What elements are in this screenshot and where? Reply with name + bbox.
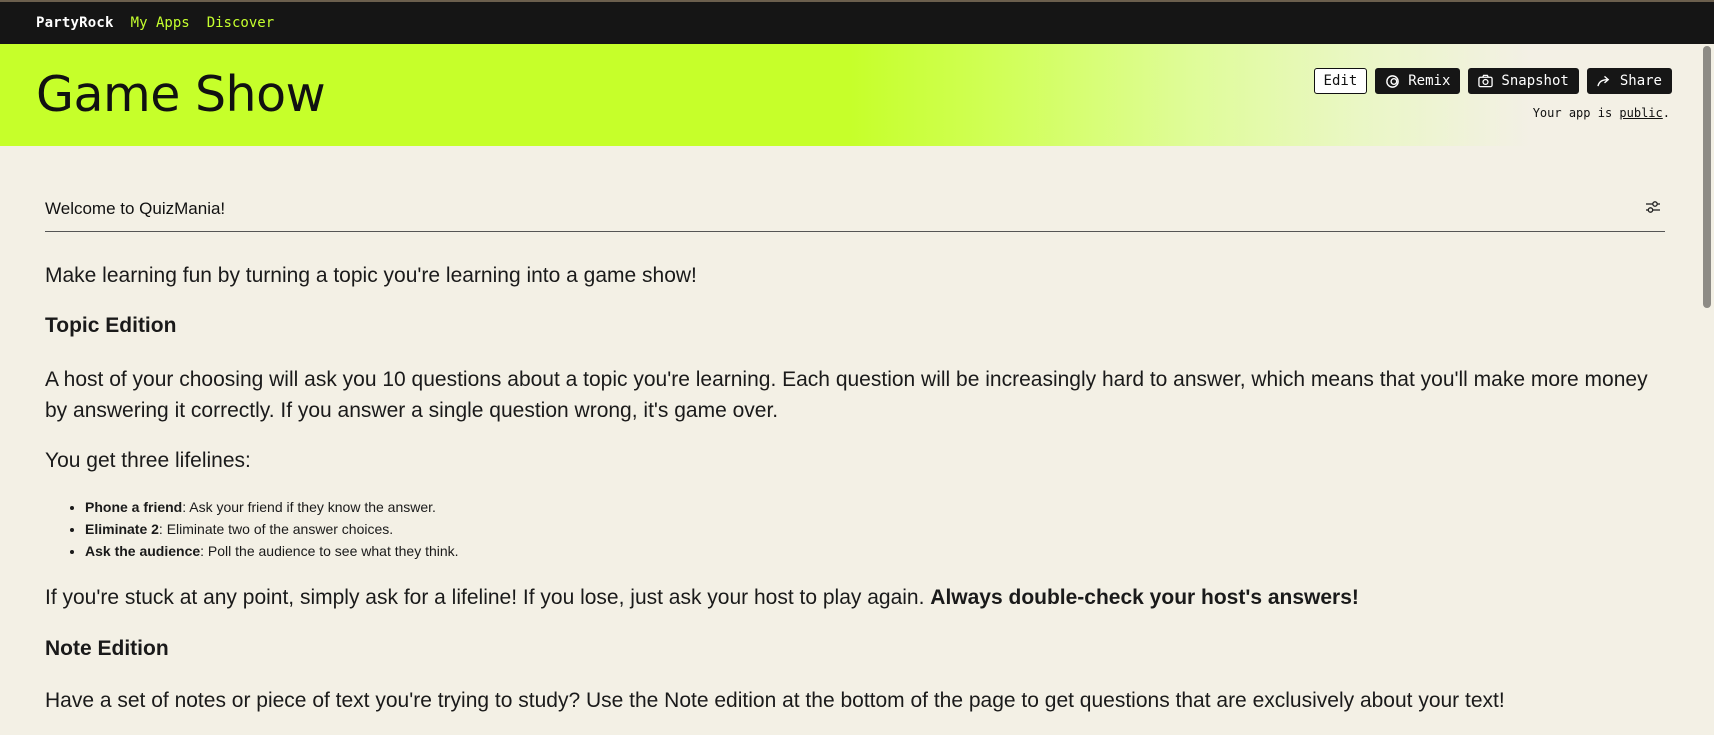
remix-icon [1385,74,1400,89]
edit-button[interactable]: Edit [1313,68,1368,94]
stuck-text-bold: Always double-check your host's answers! [930,586,1359,609]
list-item: Ask the audience: Poll the audience to s… [85,540,1285,562]
share-arrow-icon [1597,75,1612,88]
lifeline-name: Eliminate 2 [85,521,159,537]
share-button-label: Share [1619,73,1662,89]
remix-button-label: Remix [1408,73,1451,89]
lifeline-desc: : Eliminate two of the answer choices. [158,521,394,537]
stuck-text-plain: If you're stuck at any point, simply ask… [45,586,931,609]
topic-edition-heading: Topic Edition [45,314,177,337]
welcome-widget: Welcome to QuizMania! [45,186,1665,232]
brand-logo[interactable]: PartyRock [36,15,114,31]
header-actions: Edit Remix Snapshot Share [1313,68,1672,94]
remix-button[interactable]: Remix [1375,68,1461,94]
snapshot-button-label: Snapshot [1501,73,1569,89]
note-edition-body: Have a set of notes or piece of text you… [45,689,1505,712]
lifeline-name: Phone a friend [85,499,183,515]
nav-discover[interactable]: Discover [207,15,274,31]
stuck-text: If you're stuck at any point, simply ask… [45,582,1665,613]
top-nav-bar: PartyRock My Apps Discover [0,0,1714,44]
lifelines-intro: You get three lifelines: [45,449,251,472]
page-scrollbar[interactable] [1700,44,1714,735]
nav-my-apps[interactable]: My Apps [131,15,190,31]
scrollbar-thumb[interactable] [1703,46,1711,308]
camera-icon [1478,74,1494,88]
edit-button-label: Edit [1323,73,1358,89]
visibility-prefix: Your app is [1532,106,1620,120]
visibility-suffix: . [1662,106,1670,120]
widget-header: Welcome to QuizMania! [45,186,1665,232]
note-edition-heading: Note Edition [45,637,169,660]
list-item: Eliminate 2: Eliminate two of the answer… [85,518,1285,540]
lifeline-name: Ask the audience [85,543,201,559]
visibility-public-link[interactable]: public [1619,106,1662,120]
app-header: Game Show Edit Remix Snapshot Share Your… [0,44,1700,146]
widget-title: Welcome to QuizMania! [45,198,226,218]
list-item: Phone a friend: Ask your friend if they … [85,496,1285,518]
sliders-icon[interactable] [1645,199,1661,218]
lifeline-desc: : Poll the audience to see what they thi… [200,543,459,559]
snapshot-button[interactable]: Snapshot [1468,68,1579,94]
lifeline-desc: : Ask your friend if they know the answe… [182,499,436,515]
lifelines-list: Phone a friend: Ask your friend if they … [45,496,1285,562]
visibility-note: Your app is public. [1533,106,1670,120]
topic-edition-body: A host of your choosing will ask you 10 … [45,368,1648,422]
share-button[interactable]: Share [1586,68,1672,94]
app-title: Game Show [36,66,326,123]
intro-text: Make learning fun by turning a topic you… [45,264,697,287]
